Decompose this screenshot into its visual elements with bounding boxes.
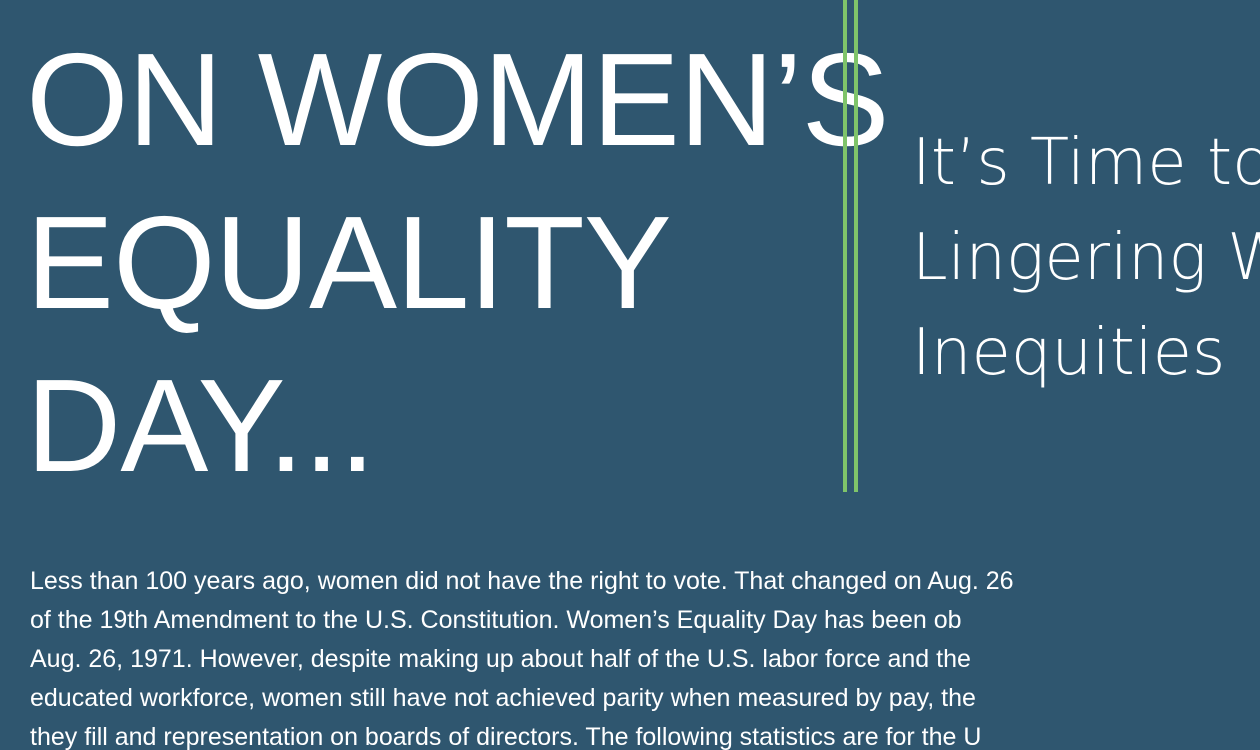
paragraph-line: of the 19th Amendment to the U.S. Consti… xyxy=(30,606,962,634)
subhead-line-3: Inequities xyxy=(912,316,1226,390)
paragraph-line: educated workforce, women still have not… xyxy=(30,684,976,712)
headline-line-1: ON WOMEN’S xyxy=(26,26,890,173)
page-headline: ON WOMEN’S EQUALITY DAY... xyxy=(26,18,890,507)
headline-line-2: EQUALITY xyxy=(26,189,672,336)
subhead-line-1: It’s Time to xyxy=(912,126,1260,200)
subheadline: It’s Time to Lingering W Inequities xyxy=(912,116,1260,401)
accent-divider-left xyxy=(843,0,847,492)
paragraph-line: Aug. 26, 1971. However, despite making u… xyxy=(30,645,971,673)
accent-divider-right xyxy=(854,0,858,492)
paragraph-line: Less than 100 years ago, women did not h… xyxy=(30,567,1014,595)
headline-line-3: DAY... xyxy=(26,352,376,499)
paragraph-line: they fill and representation on boards o… xyxy=(30,723,982,750)
subhead-line-2: Lingering W xyxy=(912,221,1260,295)
intro-paragraph: Less than 100 years ago, women did not h… xyxy=(30,562,1260,750)
